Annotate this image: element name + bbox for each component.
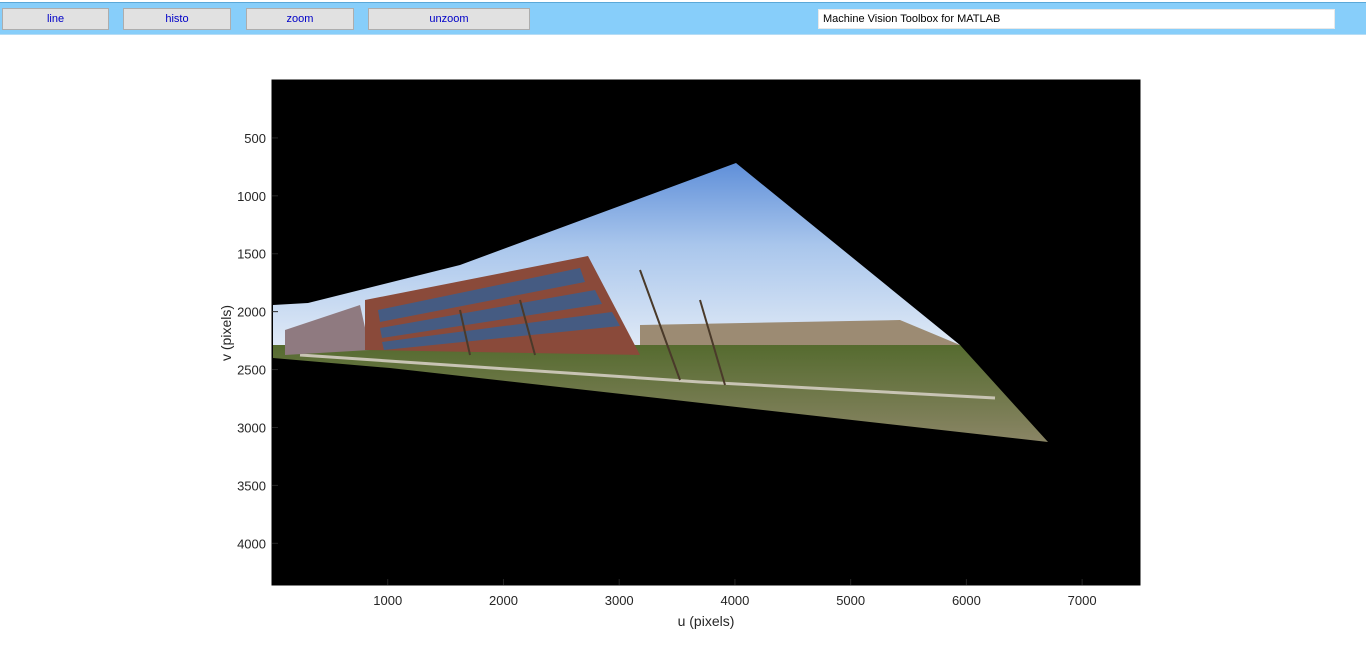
mosaic-ground	[273, 345, 1048, 442]
y-tick-label: 2500	[237, 363, 266, 378]
histo-button[interactable]: histo	[123, 8, 231, 30]
x-tick-label: 7000	[1068, 593, 1097, 608]
toolbar: line histo zoom unzoom Machine Vision To…	[0, 2, 1366, 35]
y-tick-label: 4000	[237, 536, 266, 551]
mosaic-walkway	[299, 353, 996, 400]
y-axis-ticks: 500 1000 1500 2000 2500 3000 3500 4000	[237, 131, 278, 551]
y-tick-label: 3000	[237, 420, 266, 435]
mosaic-building-far	[285, 305, 370, 355]
x-tick-label: 6000	[952, 593, 981, 608]
unzoom-button[interactable]: unzoom	[368, 8, 530, 30]
y-axis-label: v (pixels)	[218, 305, 234, 361]
mosaic-trees	[459, 269, 726, 386]
figure-axes: 1000 2000 3000 4000 5000 6000 7000 500 1000 1500…	[218, 79, 1141, 629]
y-tick-label: 500	[244, 131, 266, 146]
y-tick-label: 1500	[237, 247, 266, 262]
plot-area	[271, 79, 1141, 586]
mosaic-background-strip	[640, 320, 990, 385]
mosaic-image	[273, 163, 1048, 442]
x-tick-label: 1000	[373, 593, 402, 608]
y-tick-label: 1000	[237, 189, 266, 204]
mosaic-sky	[273, 163, 960, 345]
x-axis-label: u (pixels)	[678, 613, 735, 629]
zoom-button[interactable]: zoom	[246, 8, 354, 30]
y-tick-label: 3500	[237, 478, 266, 493]
window-title: Machine Vision Toolbox for MATLAB	[818, 9, 1335, 29]
x-tick-label: 3000	[605, 593, 634, 608]
x-tick-label: 5000	[836, 593, 865, 608]
mosaic-windows	[378, 268, 620, 350]
x-tick-label: 2000	[489, 593, 518, 608]
mosaic-building-main	[365, 256, 640, 355]
x-axis-ticks: 1000 2000 3000 4000 5000 6000 7000	[373, 579, 1097, 608]
line-button[interactable]: line	[2, 8, 109, 30]
y-tick-label: 2000	[237, 305, 266, 320]
x-tick-label: 4000	[720, 593, 749, 608]
